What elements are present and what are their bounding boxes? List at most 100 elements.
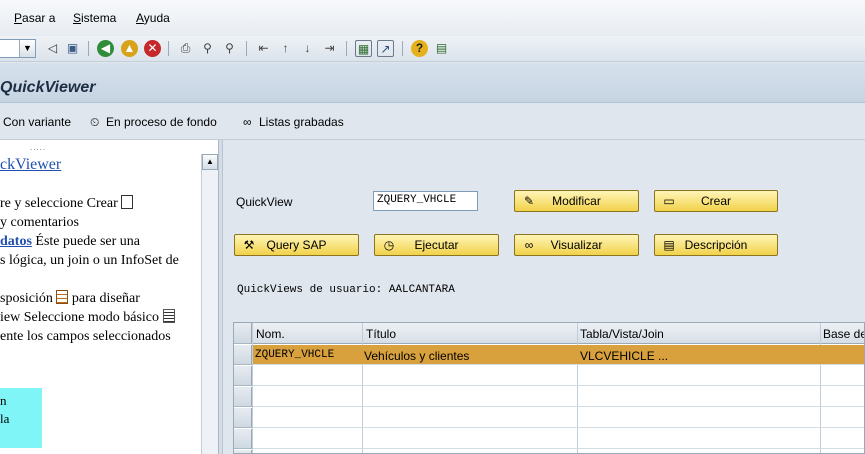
help-scrollbar[interactable]: ▲: [201, 154, 218, 454]
user-quickviews-label: QuickViews de usuario: AALCANTARA: [237, 284, 455, 296]
cell-source: VLCVEHICLE ...: [580, 349, 669, 363]
column-header-title[interactable]: Título: [366, 327, 396, 341]
help-line-2: y comentarios: [0, 215, 79, 230]
document-icon: [121, 195, 134, 209]
last-page-icon[interactable]: ⇥: [321, 40, 338, 57]
data-source-link[interactable]: datos: [0, 234, 32, 249]
description-document-icon: ▤: [663, 238, 675, 252]
back-arrow-icon[interactable]: ◁: [44, 40, 61, 57]
command-dropdown-icon[interactable]: ▼: [19, 40, 35, 57]
modify-button[interactable]: ✎ Modificar: [514, 190, 639, 212]
find-next-icon[interactable]: ⚲: [221, 40, 238, 57]
description-label: Descripción: [684, 238, 748, 252]
menu-sistema[interactable]: Sistema: [73, 11, 116, 25]
scroll-up-icon[interactable]: ▲: [202, 154, 218, 170]
help-line-1-text: re y seleccione Crear: [0, 196, 118, 211]
query-tool-icon: ⚒: [243, 238, 255, 252]
menu-ayuda[interactable]: Ayuda: [136, 11, 170, 25]
display-button[interactable]: ∞ Visualizar: [514, 234, 639, 256]
saved-lists-label: Listas grabadas: [259, 115, 344, 129]
basic-mode-icon: [162, 309, 175, 323]
row-selector[interactable]: [234, 366, 252, 386]
layout-icon[interactable]: ▤: [433, 40, 450, 57]
help-highlight-box: n la: [0, 388, 42, 448]
next-page-icon[interactable]: ↓: [299, 40, 316, 57]
toolbar-separator: [88, 41, 89, 56]
shortcut-icon[interactable]: ↗: [377, 40, 394, 57]
cell-name: ZQUERY_VHCLE: [255, 349, 335, 361]
toolbar-separator: [346, 41, 347, 56]
create-button[interactable]: ▭ Crear: [654, 190, 778, 212]
find-icon[interactable]: ⚲: [199, 40, 216, 57]
create-session-icon[interactable]: ▦: [355, 40, 372, 57]
application-toolbar: Con variante ⏲ En proceso de fondo ∞ Lista…: [0, 104, 865, 140]
print-icon[interactable]: ⎙: [177, 40, 194, 57]
help-heading[interactable]: ckViewer: [0, 156, 61, 174]
pencil-icon: ✎: [523, 194, 535, 208]
layout-grid-icon: [56, 290, 69, 304]
cancel-icon[interactable]: ✕: [144, 40, 161, 57]
quickview-label: QuickView: [236, 195, 293, 209]
help-icon[interactable]: ?: [411, 40, 428, 57]
title-bar: QuickViewer: [0, 63, 865, 103]
table-row[interactable]: [253, 450, 864, 453]
query-sap-button[interactable]: ⚒ Query SAP: [234, 234, 359, 256]
column-header-name[interactable]: Nom.: [256, 327, 285, 341]
glasses-icon: ∞: [524, 238, 534, 252]
page-title: QuickViewer: [0, 79, 96, 96]
table-header: Nom. Título Tabla/Vista/Join Base de: [234, 323, 864, 344]
cell-title: Vehículos y clientes: [364, 349, 470, 363]
green-back-icon[interactable]: ◀: [97, 40, 114, 57]
table-row[interactable]: [253, 429, 864, 449]
toolbar-separator: [246, 41, 247, 56]
glasses-icon: ∞: [243, 115, 252, 129]
help-line-5-pre: sposición: [0, 291, 53, 306]
help-line-4: s lógica, un join o un InfoSet de: [0, 253, 179, 268]
execute-label: Ejecutar: [414, 238, 459, 252]
standard-toolbar: ▼ ◁ ▣ ◀ ▲ ✕ ⎙ ⚲ ⚲ ⇤ ↑ ↓ ⇥ ▦ ↗ ? ▤: [0, 36, 865, 62]
query-sap-label: Query SAP: [266, 238, 327, 252]
help-line-3-text: Éste puede ser una: [31, 234, 140, 249]
toolbar-separator: [402, 41, 403, 56]
help-line-6-text: iew Seleccione modo básico: [0, 310, 160, 325]
column-header-base[interactable]: Base de: [823, 327, 864, 341]
menu-pasar-a-label: Pasar a: [14, 11, 56, 25]
background-process-button[interactable]: ⏲ En proceso de fondo: [90, 115, 217, 130]
highlight-line-2: la: [0, 411, 10, 426]
create-label: Crear: [700, 194, 731, 208]
row-selector[interactable]: [234, 429, 252, 449]
help-line-5: sposición para diseñar: [0, 290, 140, 307]
table-row[interactable]: [253, 387, 864, 407]
highlight-line-1: n: [0, 393, 7, 408]
help-line-1: re y seleccione Crear: [0, 195, 134, 212]
menu-ayuda-label: Ayuda: [136, 11, 170, 25]
row-selector[interactable]: [234, 450, 252, 453]
column-header-source[interactable]: Tabla/Vista/Join: [580, 327, 664, 341]
row-selector[interactable]: [234, 387, 252, 407]
toolbar-separator: [168, 41, 169, 56]
panel-grip[interactable]: .....: [30, 143, 46, 152]
saved-lists-button[interactable]: ∞ Listas grabadas: [243, 115, 344, 129]
command-field[interactable]: ▼: [0, 39, 36, 58]
row-selector[interactable]: [234, 408, 252, 428]
execute-button[interactable]: ◷ Ejecutar: [374, 234, 499, 256]
save-icon[interactable]: ▣: [64, 40, 81, 57]
quickview-input[interactable]: ZQUERY_VHCLE: [373, 191, 478, 211]
with-variant-button[interactable]: Con variante: [3, 115, 71, 129]
document-icon: ▭: [663, 194, 675, 208]
execute-clock-icon: ◷: [383, 238, 395, 252]
select-all-button[interactable]: [234, 323, 252, 344]
prev-page-icon[interactable]: ↑: [277, 40, 294, 57]
row-selector[interactable]: [234, 345, 252, 365]
panel-splitter[interactable]: [219, 140, 223, 454]
first-page-icon[interactable]: ⇤: [255, 40, 272, 57]
help-line-7: ente los campos seleccionados: [0, 329, 171, 344]
exit-icon[interactable]: ▲: [121, 40, 138, 57]
table-row[interactable]: [253, 408, 864, 428]
quickviews-table: Nom. Título Tabla/Vista/Join Base de ZQU…: [233, 322, 865, 454]
description-button[interactable]: ▤ Descripción: [654, 234, 778, 256]
table-row[interactable]: ZQUERY_VHCLE Vehículos y clientes VLCVEH…: [253, 345, 864, 365]
table-row[interactable]: [253, 366, 864, 386]
menu-pasar-a[interactable]: Pasar a: [14, 11, 55, 25]
help-line-5-post: para diseñar: [68, 291, 140, 306]
